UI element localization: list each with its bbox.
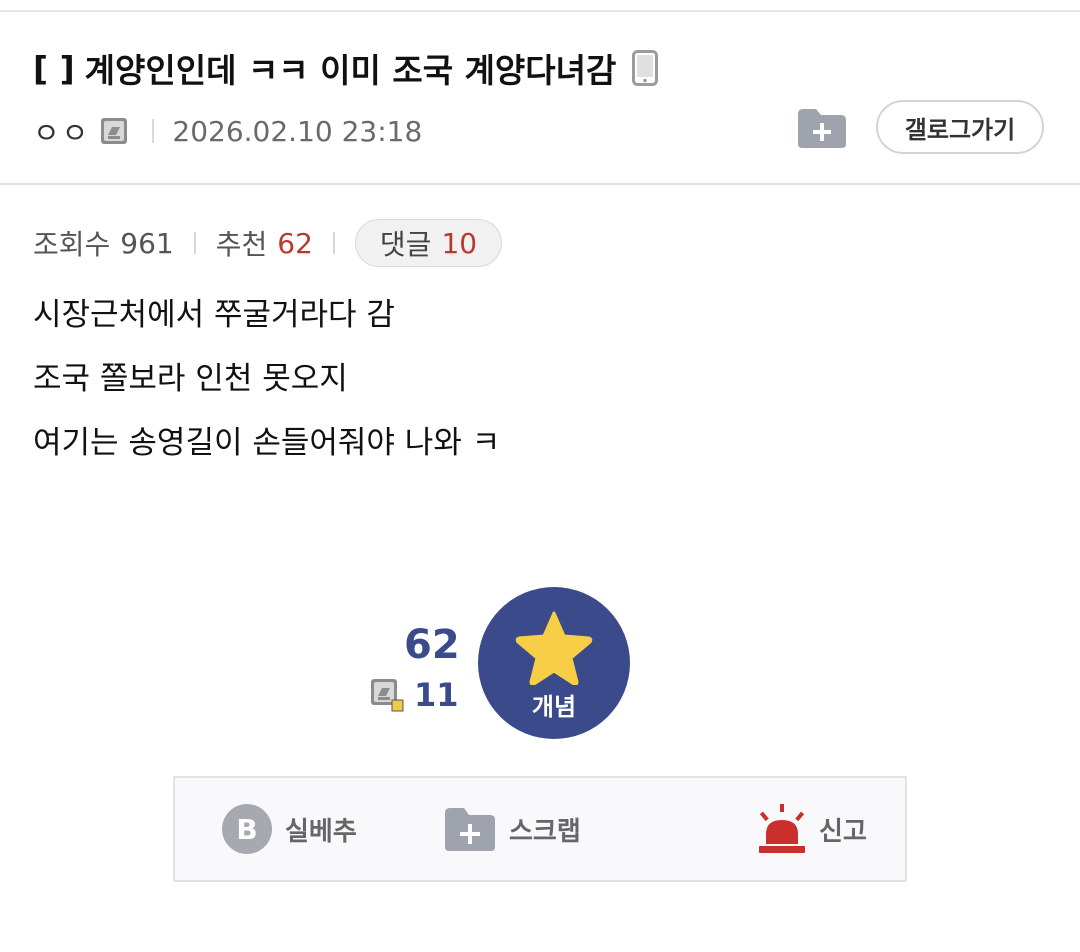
fixed-user-icon [370,678,404,712]
gallog-icon [100,117,128,145]
scrap-label: 스크랩 [509,816,581,847]
gaenyeom-label: 개념 [531,693,577,721]
header-divider [0,183,1080,185]
star-icon [515,611,593,685]
top-divider [0,10,1080,12]
post-meta: ㅇㅇ 2026.02.10 23:18 [33,110,423,152]
fixed-recommend: 11 [370,676,459,714]
recommend-label: 추천 [215,228,268,261]
views-count: 961 [120,226,174,260]
best-recommend-label: 실베추 [285,816,357,847]
post-title: [ ] 계양인인데 ㅋㅋ 이미 조국 계양다녀감 [33,44,659,92]
recommend-count: 62 [277,226,313,260]
folder-plus-icon [445,808,495,851]
author-name[interactable]: ㅇㅇ [33,110,90,152]
report-label: 신고 [819,816,867,847]
scrap-button[interactable]: 스크랩 [443,778,581,880]
views-label: 조회수 [33,228,111,261]
body-line: 조국 쫄보라 인천 못오지 [33,361,348,397]
post-body: 시장근처에서 쭈굴거라다 감 조국 쫄보라 인천 못오지 여기는 송영길이 손들… [33,296,500,488]
gaenyeom-button[interactable]: 개념 [478,587,630,739]
comments-button[interactable]: 댓글 10 [354,219,503,267]
svg-text:B: B [236,813,257,846]
meta-separator [152,119,155,143]
add-folder-button[interactable] [796,106,848,150]
post-date: 2026.02.10 23:18 [172,114,423,148]
siren-icon [759,804,805,853]
b-circle-icon: B [222,804,272,854]
gallog-button[interactable]: 갤로그가기 [876,100,1044,154]
mobile-icon [632,50,659,86]
title-text: 계양인인데 ㅋㅋ 이미 조국 계양다녀감 [84,51,617,90]
stats-separator [332,232,335,254]
stats-separator [193,232,196,254]
post-stats: 조회수 961 추천 62 댓글 10 [33,218,503,268]
body-line: 여기는 송영길이 손들어줘야 나와 ㅋ [33,425,501,461]
report-button[interactable]: 신고 [757,778,867,880]
best-recommend-button[interactable]: B 실베추 [221,778,357,880]
fixed-recommend-count: 11 [414,676,459,714]
comments-label: 댓글 [379,228,432,261]
body-line: 시장근처에서 쭈굴거라다 감 [33,297,395,333]
action-bar: B 실베추 스크랩 신고 [173,776,907,882]
title-bracket: [ ] [33,48,75,88]
comments-count: 10 [441,226,478,260]
recommend-total: 62 [404,622,460,668]
